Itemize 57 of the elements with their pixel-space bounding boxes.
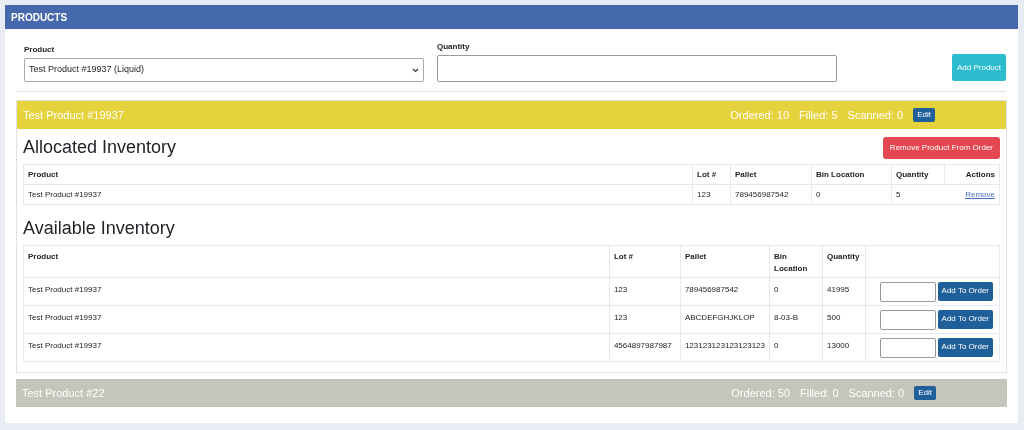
table-cell: 13000 [822, 333, 866, 362]
edit-button[interactable]: Edit [913, 108, 935, 122]
column-header: Product [23, 245, 610, 278]
table-cell: 0 [769, 333, 823, 362]
table-cell: 789456987542 [730, 184, 812, 205]
table-cell: Test Product #19937 [23, 305, 610, 334]
table-cell: 0 [769, 277, 823, 306]
column-header: Product [23, 164, 693, 185]
column-header: Actions [944, 164, 1000, 185]
column-header: Lot # [692, 164, 731, 185]
table-cell: 41995 [822, 277, 866, 306]
column-header: Quantity [891, 164, 945, 185]
quantity-input[interactable] [879, 309, 936, 330]
field-label: Product [24, 44, 56, 56]
add-to-order-button[interactable]: Add To Order [937, 309, 993, 329]
table-cell: Test Product #19937 [23, 277, 610, 306]
ordered-count: Ordered: 10 [730, 107, 789, 123]
filled-count: Filled: 5 [799, 107, 838, 123]
field-label: Quantity [437, 41, 471, 53]
product-name: Test Product #19937 [23, 107, 125, 123]
table-cell: 5 [891, 184, 945, 205]
table-cell: Test Product #19937 [23, 184, 693, 205]
section-heading: Allocated Inventory [23, 136, 177, 159]
remove-product-button[interactable]: Remove Product From Order [882, 136, 1000, 159]
table-cell: 500 [822, 305, 866, 334]
quantity-field[interactable] [437, 55, 837, 82]
column-header: Lot # [609, 245, 681, 278]
quantity-input[interactable] [879, 337, 936, 358]
table-cell: 123 [609, 305, 681, 334]
table-cell: 0 [811, 184, 892, 205]
column-header: Pallet [730, 164, 812, 185]
edit-button[interactable]: Edit [914, 386, 936, 400]
table-cell: ABCDEFGHJKLOP [680, 305, 770, 334]
section-heading: Available Inventory [23, 217, 176, 240]
column-header: Quantity [822, 245, 866, 278]
table-cell: 789456987542 [680, 277, 770, 306]
chevron-down-icon [412, 67, 419, 73]
column-header: Bin Location [811, 164, 892, 185]
panel-title: PRODUCTS [11, 10, 68, 25]
filled-count: Filled: 0 [800, 385, 839, 401]
table-cell: 123 [692, 184, 731, 205]
table-cell: 8-03-B [769, 305, 823, 334]
scanned-count: Scanned: 0 [848, 385, 905, 401]
table-cell: 123 [609, 277, 681, 306]
product-select[interactable]: Test Product #19937 (Liquid) [24, 58, 424, 82]
scanned-count: Scanned: 0 [847, 107, 904, 123]
table-cell: Test Product #19937 [23, 333, 610, 362]
table-cell: 4564897987987 [609, 333, 681, 362]
remove-link[interactable]: Remove [965, 189, 995, 199]
add-to-order-button[interactable]: Add To Order [937, 337, 993, 357]
add-to-order-button[interactable]: Add To Order [937, 281, 993, 301]
ordered-count: Ordered: 50 [731, 385, 790, 401]
quantity-input[interactable] [879, 281, 936, 302]
product-name: Test Product #22 [22, 385, 106, 401]
column-header: Bin Location [769, 245, 823, 278]
table-cell: 123123123123123123 [680, 333, 770, 362]
column-header: Pallet [680, 245, 770, 278]
